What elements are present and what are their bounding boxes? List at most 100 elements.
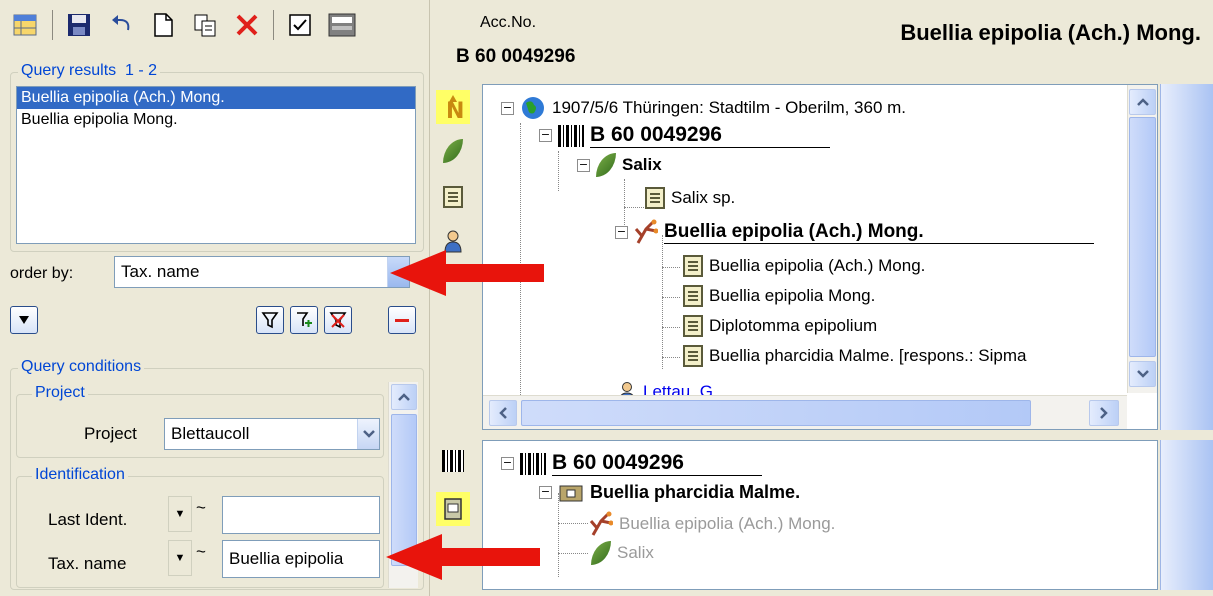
lichen-icon bbox=[589, 511, 613, 536]
tree-node-lichen[interactable]: − Buellia epipolia (Ach.) Mong. bbox=[615, 219, 1094, 245]
triangle-down-icon bbox=[19, 316, 29, 324]
list-item[interactable]: Buellia epipolia Mong. bbox=[17, 109, 415, 131]
storage-icon[interactable] bbox=[436, 492, 470, 526]
tax-name-input[interactable]: Buellia epipolia bbox=[222, 540, 380, 578]
annotation-arrow-tax-name bbox=[386, 534, 540, 580]
header-title: Buellia epipolia (Ach.) Mong. bbox=[900, 20, 1201, 45]
tree-node-ident[interactable]: Buellia pharcidia Malme. [respons.: Sipm… bbox=[683, 345, 1026, 367]
header-area: Acc.No. B 60 0049296 Buellia epipolia (A… bbox=[432, 0, 1213, 80]
tree-node-plant-ident[interactable]: Salix sp. bbox=[645, 187, 735, 209]
order-by-combobox[interactable]: Tax. name bbox=[114, 256, 410, 288]
project-dropdown-button[interactable] bbox=[357, 419, 379, 449]
leaf-icon[interactable] bbox=[438, 136, 468, 166]
last-ident-operator-dropdown[interactable]: ▼ bbox=[168, 496, 192, 532]
storage-box-icon bbox=[559, 485, 583, 502]
scroll-left-button[interactable] bbox=[489, 400, 517, 426]
add-filter-button[interactable] bbox=[290, 306, 318, 334]
collapse-icon[interactable]: − bbox=[615, 225, 628, 239]
collapse-icon[interactable]: − bbox=[577, 158, 590, 172]
minus-icon bbox=[395, 319, 409, 322]
tax-name-tilde: ~ bbox=[196, 542, 206, 561]
filter-button[interactable] bbox=[256, 306, 284, 334]
project-group-label: Project bbox=[32, 384, 88, 402]
last-ident-label: Last Ident. bbox=[48, 510, 128, 529]
collapse-icon[interactable]: − bbox=[539, 129, 552, 142]
scroll-up-button[interactable] bbox=[391, 384, 417, 410]
tree-node-specimen[interactable]: − B 60 0049296 bbox=[539, 123, 830, 148]
last-ident-input[interactable] bbox=[222, 496, 380, 534]
chevron-up-icon bbox=[1136, 98, 1149, 106]
acc-no-value: B 60 0049296 bbox=[456, 46, 576, 67]
document-icon bbox=[683, 255, 703, 277]
tree-node-ident[interactable]: Buellia epipolia (Ach.) Mong. bbox=[683, 255, 925, 277]
new-document-icon[interactable] bbox=[145, 8, 181, 42]
north-arrow-icon[interactable]: N bbox=[436, 90, 470, 124]
document-icon[interactable] bbox=[438, 182, 468, 212]
tree-node-child[interactable]: Buellia epipolia (Ach.) Mong. bbox=[589, 511, 835, 537]
scroll-thumb[interactable] bbox=[1129, 117, 1156, 357]
toolbar-separator bbox=[52, 10, 53, 40]
query-results-label: Query results 1 - 2 bbox=[18, 62, 161, 80]
document-icon bbox=[683, 315, 703, 337]
barcode-icon[interactable] bbox=[438, 446, 468, 476]
project-label: Project bbox=[84, 424, 137, 443]
expand-conditions-button[interactable] bbox=[10, 306, 38, 334]
order-by-value: Tax. name bbox=[121, 262, 200, 281]
specimen-part-tree[interactable]: − B 60 0049296 − Buellia pharcidia Malme… bbox=[482, 440, 1158, 590]
undo-icon[interactable] bbox=[103, 8, 139, 42]
document-icon bbox=[683, 345, 703, 367]
scroll-thumb[interactable] bbox=[521, 400, 1031, 426]
tree-node-child[interactable]: Salix bbox=[591, 541, 654, 565]
leaf-icon bbox=[591, 541, 611, 565]
leaf-icon bbox=[596, 153, 616, 177]
tree-node-part[interactable]: − Buellia pharcidia Malme. bbox=[539, 481, 800, 503]
chevron-right-icon bbox=[1100, 407, 1108, 419]
chevron-down-icon bbox=[362, 430, 375, 438]
filter-remove-icon bbox=[329, 312, 347, 329]
copy-icon[interactable] bbox=[187, 8, 223, 42]
document-icon bbox=[645, 187, 665, 209]
save-icon[interactable] bbox=[61, 8, 97, 42]
order-by-label: order by: bbox=[10, 265, 74, 282]
grid-icon[interactable] bbox=[8, 8, 44, 42]
print-icon[interactable] bbox=[324, 8, 360, 42]
tree-vertical-scrollbar[interactable] bbox=[1127, 85, 1157, 393]
specimen-tree[interactable]: − 1907/5/6 Thüringen: Stadtilm - Oberilm… bbox=[482, 84, 1158, 430]
tree-node-plant[interactable]: − Salix bbox=[577, 153, 662, 177]
tree-node-ident[interactable]: Diplotomma epipolium bbox=[683, 315, 877, 337]
filter-add-icon bbox=[297, 312, 312, 327]
check-icon[interactable] bbox=[282, 8, 318, 42]
tree-node-ident[interactable]: Buellia epipolia Mong. bbox=[683, 285, 875, 307]
tax-name-label: Tax. name bbox=[48, 554, 127, 573]
collapse-icon[interactable]: − bbox=[501, 101, 514, 115]
delete-icon[interactable] bbox=[229, 8, 265, 42]
tree-node-event[interactable]: − 1907/5/6 Thüringen: Stadtilm - Oberilm… bbox=[501, 95, 906, 121]
list-item[interactable]: Buellia epipolia (Ach.) Mong. bbox=[17, 87, 415, 109]
toolbar-separator bbox=[273, 10, 274, 40]
scroll-up-button[interactable] bbox=[1129, 89, 1156, 115]
globe-icon bbox=[522, 97, 544, 119]
tree-horizontal-scrollbar[interactable] bbox=[483, 395, 1127, 429]
identification-group-label: Identification bbox=[32, 466, 128, 484]
top-right-splitter[interactable] bbox=[1160, 84, 1213, 430]
collapse-icon[interactable]: − bbox=[539, 485, 552, 499]
filter-icon bbox=[261, 312, 279, 329]
scroll-down-button[interactable] bbox=[1129, 361, 1156, 387]
tree-node-specimen[interactable]: − B 60 0049296 bbox=[501, 451, 762, 476]
chevron-up-icon bbox=[398, 393, 410, 401]
project-combobox[interactable]: Blettaucoll bbox=[164, 418, 380, 450]
left-panel: Query results 1 - 2 Buellia epipolia (Ac… bbox=[0, 0, 430, 596]
bottom-right-splitter[interactable] bbox=[1160, 440, 1213, 590]
document-icon bbox=[683, 285, 703, 307]
tax-name-operator-dropdown[interactable]: ▼ bbox=[168, 540, 192, 576]
query-conditions-label: Query conditions bbox=[18, 358, 145, 376]
scroll-right-button[interactable] bbox=[1089, 400, 1119, 426]
collapse-icon[interactable]: − bbox=[501, 457, 514, 470]
acc-no-label: Acc.No. bbox=[480, 14, 537, 31]
project-value: Blettaucoll bbox=[171, 424, 250, 443]
query-results-list[interactable]: Buellia epipolia (Ach.) Mong. Buellia ep… bbox=[16, 86, 416, 244]
remove-filter-button[interactable] bbox=[324, 306, 352, 334]
barcode-icon bbox=[558, 124, 584, 147]
clear-button[interactable] bbox=[388, 306, 416, 334]
lichen-icon bbox=[634, 219, 658, 244]
